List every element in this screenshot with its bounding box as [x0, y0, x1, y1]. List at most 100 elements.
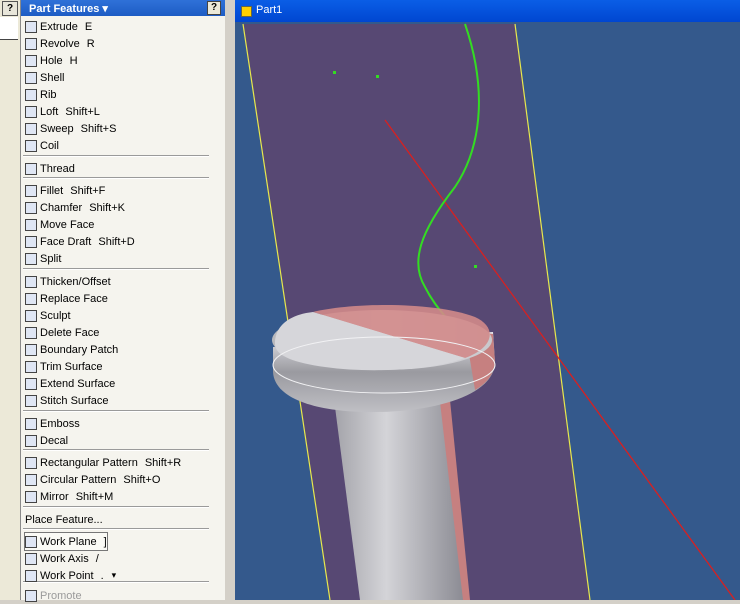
thread-icon: [25, 162, 37, 175]
separator: [23, 410, 209, 412]
cmd-label: Delete Face: [40, 326, 100, 339]
cmd-trim-surface[interactable]: Trim Surface: [25, 358, 103, 375]
cmd-promote[interactable]: Promote: [25, 587, 82, 604]
cmd-circular-pattern[interactable]: Circular Pattern Shift+O: [25, 471, 160, 488]
cmd-label: Place Feature...: [25, 513, 103, 526]
boundary-patch-icon: [25, 343, 37, 356]
face-draft-icon: [25, 235, 37, 248]
emboss-icon: [25, 417, 37, 430]
viewport-title: Part1: [256, 4, 283, 16]
fillet-icon: [25, 184, 37, 197]
cmd-label: Extend Surface: [40, 377, 116, 390]
cmd-work-plane[interactable]: Work Plane]: [24, 532, 108, 551]
separator: [23, 506, 209, 508]
cmd-shortcut: ]: [103, 535, 107, 548]
cmd-split[interactable]: Split: [25, 250, 61, 267]
cmd-mirror[interactable]: Mirror Shift+M: [25, 488, 113, 505]
cmd-extend-surface[interactable]: Extend Surface: [25, 375, 115, 392]
delete-face-icon: [25, 326, 37, 339]
panel-title-dropdown[interactable]: Part Features ▾: [29, 2, 108, 15]
separator: [23, 449, 209, 451]
sketch-point[interactable]: [333, 71, 336, 74]
left-help-button[interactable]: ?: [2, 1, 18, 16]
cmd-shortcut: H: [69, 54, 78, 67]
cmd-shell[interactable]: Shell: [25, 69, 64, 86]
cmd-loft[interactable]: Loft Shift+L: [25, 103, 100, 120]
cmd-label: Coil: [40, 139, 59, 152]
sketch-point[interactable]: [376, 75, 379, 78]
cmd-work-point[interactable]: Work Point. ▾: [25, 567, 116, 584]
cmd-face-draft[interactable]: Face Draft Shift+D: [25, 233, 135, 250]
cmd-label: Replace Face: [40, 292, 108, 305]
cmd-shortcut: E: [84, 20, 93, 33]
loft-icon: [25, 105, 37, 118]
hole-icon: [25, 54, 37, 67]
separator: [23, 528, 209, 530]
cmd-label: Move Face: [40, 218, 95, 231]
work-plane-icon: [25, 535, 37, 548]
cmd-sweep[interactable]: Sweep Shift+S: [25, 120, 116, 137]
chevron-down-icon[interactable]: ▾: [112, 570, 117, 581]
cmd-emboss[interactable]: Emboss: [25, 415, 80, 432]
cmd-sculpt[interactable]: Sculpt: [25, 307, 71, 324]
cmd-label: Work Point: [40, 569, 94, 582]
cmd-fillet[interactable]: Fillet Shift+F: [25, 182, 105, 199]
cmd-label: Chamfer: [40, 201, 83, 214]
stitch-surface-icon: [25, 394, 37, 407]
cmd-chamfer[interactable]: Chamfer Shift+K: [25, 199, 125, 216]
revolve-icon: [25, 37, 37, 50]
separator: [23, 268, 209, 270]
cmd-shortcut: Shift+R: [144, 456, 182, 469]
sweep-icon: [25, 122, 37, 135]
cmd-label: Work Plane: [40, 535, 97, 548]
cmd-work-axis[interactable]: Work Axis /: [25, 550, 99, 567]
trim-surface-icon: [25, 360, 37, 373]
thicken-icon: [25, 275, 37, 288]
viewport-title-bar[interactable]: Part1: [235, 0, 740, 22]
cmd-label: Thicken/Offset: [40, 275, 111, 288]
cmd-hole[interactable]: Hole H: [25, 52, 78, 69]
cmd-shortcut: R: [86, 37, 95, 50]
cmd-shortcut: Shift+K: [89, 201, 125, 214]
left-dock-strip: ?: [0, 0, 21, 600]
cmd-boundary-patch[interactable]: Boundary Patch: [25, 341, 118, 358]
cmd-shortcut: Shift+L: [65, 105, 100, 118]
separator: [23, 155, 209, 157]
pane-divider[interactable]: [225, 0, 235, 600]
cmd-move-face[interactable]: Move Face: [25, 216, 94, 233]
cmd-thread[interactable]: Thread: [25, 160, 75, 177]
cmd-place-feature[interactable]: Place Feature...: [25, 511, 103, 528]
model-viewport[interactable]: [235, 22, 740, 600]
cmd-rectangular-pattern[interactable]: Rectangular Pattern Shift+R: [25, 454, 181, 471]
rib-icon: [25, 88, 37, 101]
sketch-point[interactable]: [474, 265, 477, 268]
shell-icon: [25, 71, 37, 84]
split-icon: [25, 252, 37, 265]
cmd-replace-face[interactable]: Replace Face: [25, 290, 108, 307]
cmd-label: Stitch Surface: [40, 394, 109, 407]
circ-pattern-icon: [25, 473, 37, 486]
cmd-label: Fillet: [40, 184, 64, 197]
cmd-label: Extrude: [40, 20, 78, 33]
cmd-extrude[interactable]: Extrude E: [25, 18, 92, 35]
chamfer-icon: [25, 201, 37, 214]
cmd-label: Boundary Patch: [40, 343, 119, 356]
coil-icon: [25, 139, 37, 152]
cmd-revolve[interactable]: Revolve R: [25, 35, 95, 52]
cmd-decal[interactable]: Decal: [25, 432, 68, 449]
cmd-shortcut: Shift+M: [75, 490, 114, 503]
replace-face-icon: [25, 292, 37, 305]
document-icon: [241, 6, 252, 17]
cmd-delete-face[interactable]: Delete Face: [25, 324, 99, 341]
sculpt-icon: [25, 309, 37, 322]
cmd-coil[interactable]: Coil: [25, 137, 59, 154]
cmd-shortcut: /: [95, 552, 99, 565]
extrude-icon: [25, 20, 37, 33]
part-features-panel: Part Features ▾ ? Extrude E Revolve R Hole H S…: [21, 0, 246, 602]
panel-help-button[interactable]: ?: [207, 1, 221, 15]
cmd-stitch-surface[interactable]: Stitch Surface: [25, 392, 108, 409]
cmd-rib[interactable]: Rib: [25, 86, 57, 103]
cmd-thicken-offset[interactable]: Thicken/Offset: [25, 273, 111, 290]
panel-header[interactable]: Part Features ▾ ?: [21, 0, 225, 16]
cmd-label: Circular Pattern: [40, 473, 117, 486]
